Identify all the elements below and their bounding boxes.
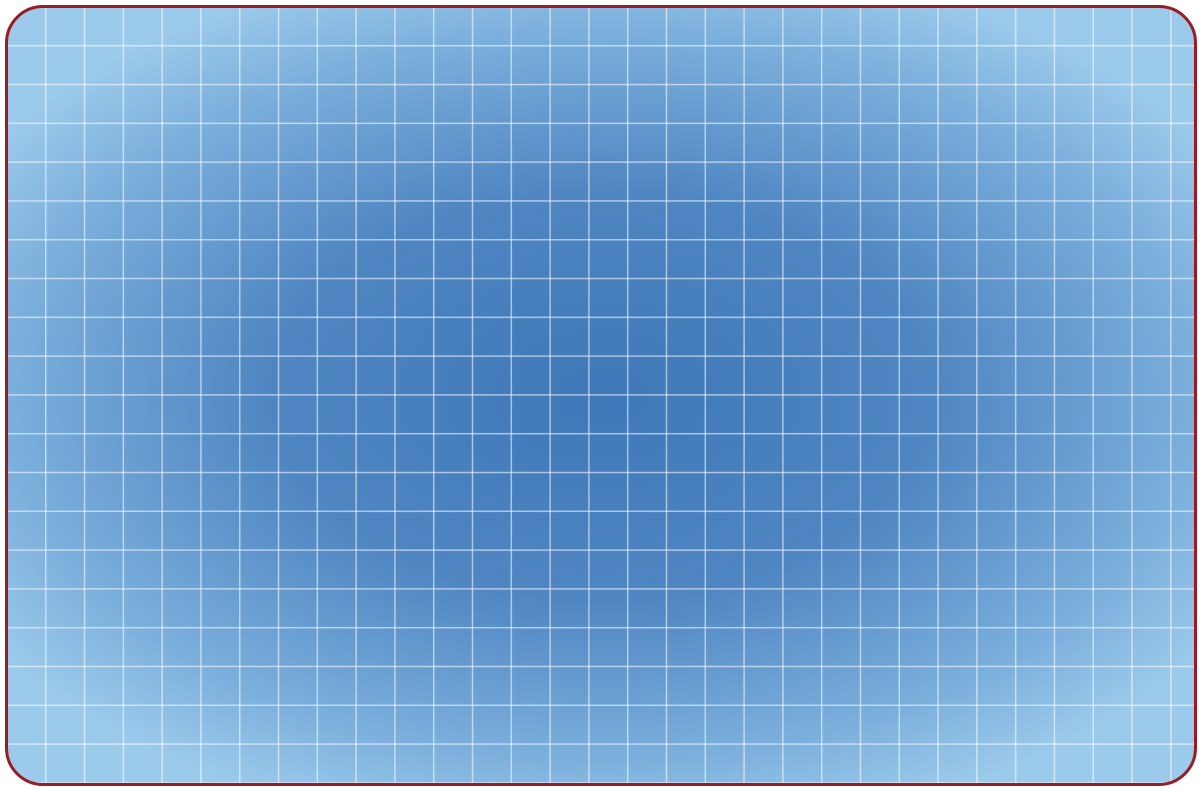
grid-background [8,8,1194,783]
grid-cluster-frame [5,5,1197,786]
